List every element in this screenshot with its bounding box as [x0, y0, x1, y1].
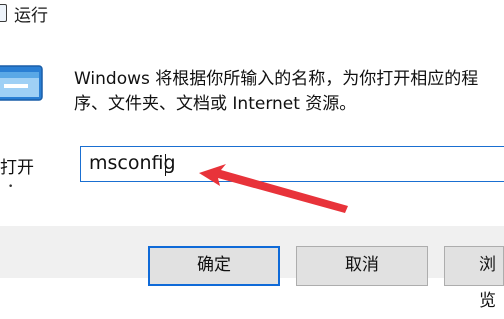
cancel-button[interactable]: 取消: [296, 246, 428, 286]
ok-button[interactable]: 确定: [148, 246, 280, 286]
browse-button[interactable]: 浏览: [444, 246, 504, 311]
